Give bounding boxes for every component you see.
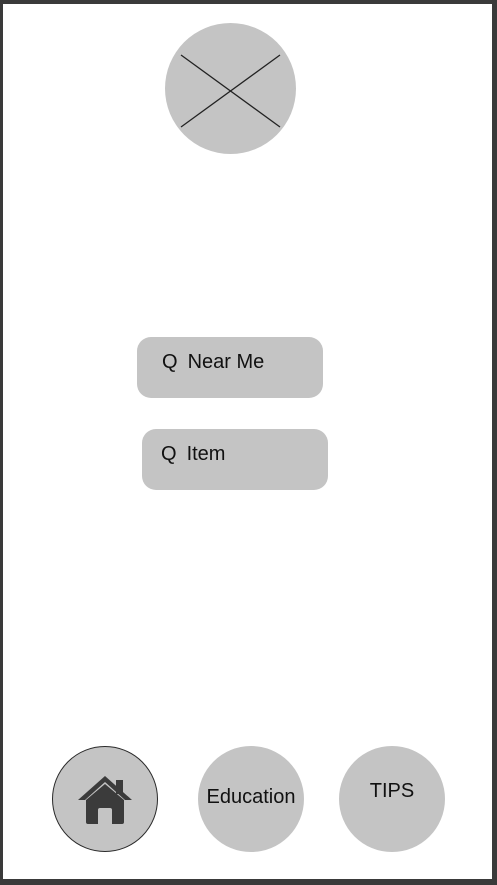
image-placeholder-icon: [180, 54, 281, 128]
education-label: Education: [206, 786, 296, 808]
tips-label: TIPS: [369, 780, 415, 802]
item-search-button[interactable]: Q Item: [142, 429, 328, 490]
tips-button[interactable]: TIPS: [339, 746, 445, 852]
item-label: Item: [186, 443, 226, 465]
education-button[interactable]: Education: [198, 746, 304, 852]
app-screen: Q Near Me Q Item Education TIPS: [3, 4, 492, 879]
logo-placeholder: [165, 23, 296, 154]
search-icon: Q: [161, 443, 177, 465]
home-icon: [78, 776, 132, 824]
search-icon: Q: [162, 351, 178, 373]
home-button[interactable]: [52, 746, 158, 852]
near-me-label: Near Me: [187, 351, 265, 373]
near-me-search-button[interactable]: Q Near Me: [137, 337, 323, 398]
